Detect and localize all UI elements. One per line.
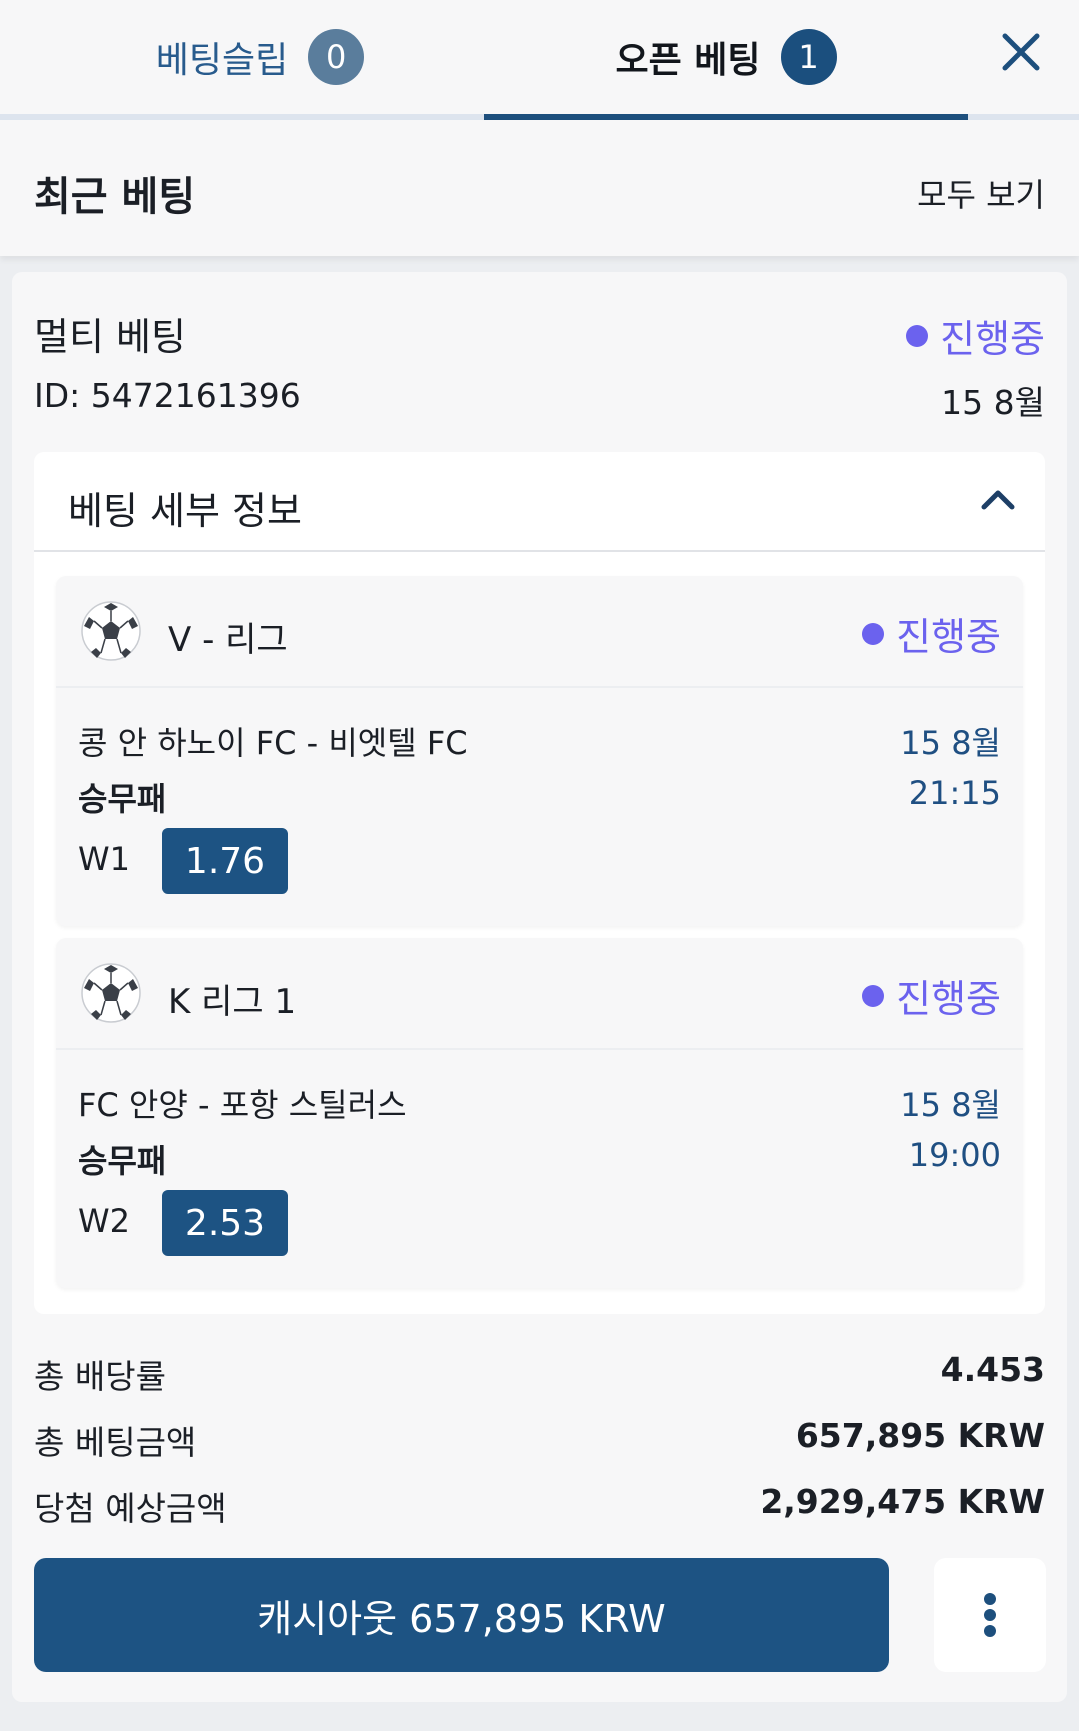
event-pick: W2 [78, 1202, 130, 1240]
event-status: 진행중 [862, 606, 1001, 661]
total-stake-label: 총 베팅금액 [34, 1423, 197, 1462]
bet-card: 멀티 베팅 진행중 ID: 5472161396 15 8월 베팅 세부 정보 [12, 272, 1067, 1702]
event-date: 15 8월 [900, 724, 1001, 762]
event-date: 15 8월 [900, 1086, 1001, 1124]
soccer-ball-icon [81, 963, 141, 1023]
total-odds-value: 4.453 [940, 1350, 1045, 1389]
bet-id: ID: 5472161396 [34, 376, 301, 415]
event-time: 19:00 [908, 1136, 1001, 1174]
more-options-button[interactable] [934, 1558, 1046, 1672]
event-status-label: 진행중 [896, 977, 1001, 1021]
close-button[interactable] [991, 22, 1051, 82]
tab-betslip[interactable]: 베팅슬립 0 [40, 0, 480, 114]
event-league: V - 리그 [168, 620, 288, 660]
event-odds-badge: 2.53 [162, 1190, 288, 1256]
cashout-button[interactable]: 캐시아웃 657,895 KRW [34, 1558, 889, 1672]
event-pick: W1 [78, 840, 130, 878]
event-header: K 리그 1 진행중 [56, 938, 1023, 1050]
close-icon [1002, 33, 1040, 71]
bet-type: 멀티 베팅 [34, 315, 186, 359]
event-time: 21:15 [908, 774, 1001, 812]
bet-details-toggle[interactable]: 베팅 세부 정보 [34, 452, 1045, 552]
tab-betslip-label: 베팅슬립 [155, 40, 289, 81]
bet-details-title: 베팅 세부 정보 [68, 489, 302, 533]
status-dot-icon [862, 622, 885, 645]
event-status: 진행중 [862, 968, 1001, 1023]
tab-open-bets-label: 오픈 베팅 [615, 40, 761, 81]
view-all-link[interactable]: 모두 보기 [917, 170, 1045, 216]
bet-date: 15 8월 [941, 383, 1045, 422]
event-match: 콩 안 하노이 FC - 비엣텔 FC [78, 724, 468, 762]
recent-bets-title: 최근 베팅 [34, 174, 196, 220]
status-dot-icon [906, 324, 929, 347]
event-market: 승무패 [78, 1142, 167, 1180]
bet-details-panel: 베팅 세부 정보 V - 리그 진행중 콩 안 하노이 FC - 비엣텔 FC … [34, 452, 1045, 1314]
bet-event: V - 리그 진행중 콩 안 하노이 FC - 비엣텔 FC 15 8월 승무패… [56, 576, 1023, 926]
total-odds-label: 총 배당률 [34, 1357, 166, 1396]
total-stake-value: 657,895 KRW [795, 1416, 1045, 1455]
potential-win-label: 당첨 예상금액 [34, 1489, 227, 1528]
event-market: 승무패 [78, 780, 167, 818]
open-bets-count-badge: 1 [780, 29, 837, 85]
more-vertical-icon [984, 1593, 996, 1637]
betslip-count-badge: 0 [308, 29, 365, 85]
status-dot-icon [862, 984, 885, 1007]
event-status-label: 진행중 [896, 615, 1001, 659]
chevron-up-icon [981, 490, 1015, 510]
bet-status: 진행중 [906, 308, 1045, 363]
soccer-ball-icon [81, 601, 141, 661]
bet-tabs: 베팅슬립 0 오픈 베팅 1 [0, 0, 1079, 120]
bet-status-label: 진행중 [940, 317, 1045, 361]
event-match: FC 안양 - 포항 스틸러스 [78, 1086, 407, 1124]
bet-event: K 리그 1 진행중 FC 안양 - 포항 스틸러스 15 8월 승무패 19:… [56, 938, 1023, 1288]
recent-bets-header: 최근 베팅 모두 보기 [0, 120, 1079, 256]
event-odds-badge: 1.76 [162, 828, 288, 894]
event-header: V - 리그 진행중 [56, 576, 1023, 688]
potential-win-value: 2,929,475 KRW [760, 1482, 1045, 1521]
tab-open-bets[interactable]: 오픈 베팅 1 [484, 0, 968, 120]
event-league: K 리그 1 [168, 982, 297, 1022]
